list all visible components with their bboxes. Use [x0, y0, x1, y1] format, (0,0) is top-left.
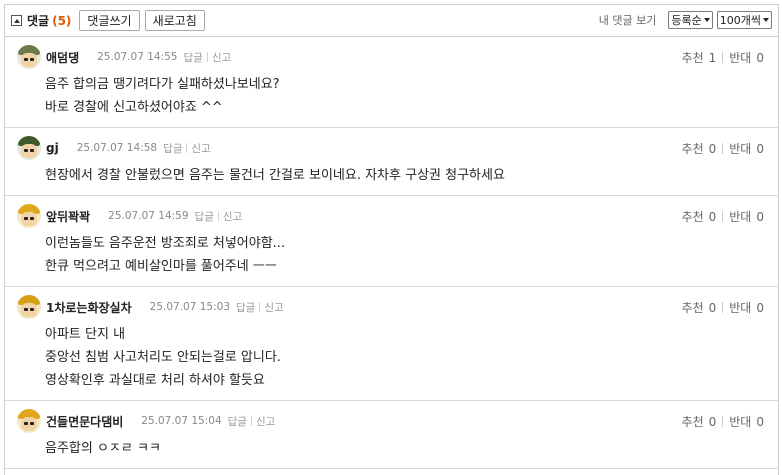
comment-author[interactable]: gj — [46, 141, 59, 155]
comment-body: 이런놈들도 음주운전 방조죄로 처넣어야함... 한큐 먹으려고 예비살인마를 풀… — [17, 228, 778, 286]
divider — [259, 302, 261, 312]
comment-text-line: 한큐 먹으려고 예비살인마를 풀어주네 ㅡㅡ — [45, 259, 277, 274]
divider — [206, 52, 208, 62]
upvote-button[interactable]: 추천 — [682, 299, 704, 316]
comment-date: 25.07.07 14:58 — [76, 142, 158, 154]
comment-body: 현장에서 경찰 안불렀으면 음주는 물건너 간걸로 보이네요. 자차후 구상권 … — [17, 160, 778, 195]
upvote-button[interactable]: 추천 — [682, 49, 704, 66]
reply-link[interactable]: 답글 — [163, 141, 182, 156]
per-page-select[interactable]: 100개씩 — [716, 11, 772, 29]
header-controls: 내 댓글 보기 등록순 100개씩 — [599, 11, 772, 29]
report-link[interactable]: 신고 — [212, 50, 231, 65]
divider — [722, 211, 724, 222]
downvote-count: 0 — [756, 300, 764, 315]
comment-author[interactable]: 애덤댕 — [46, 49, 79, 66]
divider — [186, 143, 188, 153]
comment-text-line: 음주합의 ㅇㅈㄹ ㅋㅋ — [45, 441, 161, 456]
collapse-icon[interactable] — [11, 15, 22, 26]
upvote-button[interactable]: 추천 — [682, 413, 704, 430]
reply-link[interactable]: 답글 — [236, 300, 255, 315]
reply-link[interactable]: 답글 — [228, 414, 247, 429]
comment-author[interactable]: 앞뒤꽉꽉 — [46, 208, 90, 225]
report-link[interactable]: 신고 — [223, 209, 242, 224]
comments-title: 댓글 — [27, 14, 50, 28]
upvote-count: 0 — [708, 209, 717, 224]
chevron-down-icon — [763, 18, 769, 22]
comment-author[interactable]: 1차로는화장실차 — [46, 299, 132, 316]
comment-text-line: 영상확인후 과실대로 처리 하셔야 할듯요 — [45, 373, 265, 388]
divider — [250, 416, 252, 426]
comments-panel: 댓글 (5) 댓글쓰기 새로고침 내 댓글 보기 등록순 100개씩 애덤댕 2… — [4, 4, 779, 475]
downvote-button[interactable]: 반대 — [729, 208, 751, 225]
comment-body: 음주합의 ㅇㅈㄹ ㅋㅋ — [17, 433, 778, 468]
reply-link[interactable]: 답글 — [195, 209, 214, 224]
vote-counts: 추천 0 반대 0 — [682, 208, 764, 225]
vote-counts: 추천 0 반대 0 — [682, 299, 764, 316]
downvote-button[interactable]: 반대 — [729, 299, 751, 316]
upvote-count: 1 — [708, 50, 717, 65]
report-link[interactable]: 신고 — [191, 141, 210, 156]
downvote-button[interactable]: 반대 — [729, 140, 751, 157]
vote-counts: 추천 1 반대 0 — [682, 49, 764, 66]
avatar — [17, 295, 41, 319]
divider — [722, 302, 724, 313]
avatar — [17, 45, 41, 69]
report-link[interactable]: 신고 — [256, 414, 275, 429]
downvote-count: 0 — [756, 414, 764, 429]
comment-date: 25.07.07 15:03 — [149, 301, 230, 313]
comment-body: 음주 합의금 땡기려다가 실패하셨나보네요? 바로 경찰에 신고하셨어야죠 ^^ — [17, 69, 778, 127]
divider — [722, 52, 724, 63]
upvote-count: 0 — [708, 414, 717, 429]
comment-author[interactable]: 건들면문다댐비 — [46, 413, 123, 430]
comment-text-line: 아파트 단지 내 — [45, 327, 126, 342]
comment-date: 25.07.07 15:04 — [141, 415, 222, 427]
comment-date: 25.07.07 14:59 — [108, 210, 189, 222]
avatar — [17, 136, 41, 160]
comment-date: 25.07.07 14:55 — [97, 51, 178, 63]
vote-counts: 추천 0 반대 0 — [682, 140, 764, 157]
downvote-button[interactable]: 반대 — [729, 49, 751, 66]
sort-select-value: 등록순 — [671, 14, 702, 27]
avatar — [17, 409, 41, 433]
comment-count: (5) — [52, 13, 72, 28]
comment-item: 1차로는화장실차 25.07.07 15:03 답글 신고 추천 0 반대 0 … — [5, 287, 778, 401]
upvote-button[interactable]: 추천 — [682, 140, 704, 157]
report-link[interactable]: 신고 — [264, 300, 283, 315]
comment-text-line: 음주 합의금 땡기려다가 실패하셨나보네요? — [45, 77, 280, 92]
upvote-count: 0 — [708, 141, 717, 156]
per-page-select-value: 100개씩 — [719, 14, 761, 27]
downvote-count: 0 — [756, 50, 764, 65]
reply-link[interactable]: 답글 — [183, 50, 202, 65]
downvote-button[interactable]: 반대 — [729, 413, 751, 430]
comment-item: gj 25.07.07 14:58 답글 신고 추천 0 반대 0 현장에서 경… — [5, 128, 778, 196]
comment-item: 앞뒤꽉꽉 25.07.07 14:59 답글 신고 추천 0 반대 0 이런놈들… — [5, 196, 778, 287]
upvote-count: 0 — [708, 300, 717, 315]
divider — [217, 211, 219, 221]
comment-text-line: 현장에서 경찰 안불렀으면 음주는 물건너 간걸로 보이네요. 자차후 구상권 … — [45, 168, 505, 183]
downvote-count: 0 — [756, 209, 764, 224]
comment-body: 아파트 단지 내중앙선 침범 사고처리도 안되는걸로 압니다. 영상확인후 과실대… — [17, 319, 778, 400]
divider — [722, 416, 724, 427]
downvote-count: 0 — [756, 141, 764, 156]
chevron-down-icon — [703, 18, 710, 22]
comment-item: 애덤댕 25.07.07 14:55 답글 신고 추천 1 반대 0 음주 합의… — [5, 37, 778, 128]
comment-text-line: 바로 경찰에 신고하셨어야죠 ^^ — [45, 100, 223, 115]
comment-text-line: 중앙선 침범 사고처리도 안되는걸로 압니다. — [45, 350, 281, 365]
comments-header: 댓글 (5) 댓글쓰기 새로고침 내 댓글 보기 등록순 100개씩 — [5, 5, 778, 37]
avatar — [17, 204, 41, 228]
write-comment-button[interactable]: 댓글쓰기 — [79, 10, 140, 31]
upvote-button[interactable]: 추천 — [682, 208, 704, 225]
my-comments-link[interactable]: 내 댓글 보기 — [599, 12, 657, 28]
divider — [722, 143, 724, 154]
sort-select[interactable]: 등록순 — [668, 11, 713, 29]
refresh-button[interactable]: 새로고침 — [144, 10, 205, 31]
comment-item: 건들면문다댐비 25.07.07 15:04 답글 신고 추천 0 반대 0 음… — [5, 401, 778, 469]
comment-text-line: 이런놈들도 음주운전 방조죄로 처넣어야함... — [45, 236, 286, 251]
vote-counts: 추천 0 반대 0 — [682, 413, 764, 430]
comment-list: 애덤댕 25.07.07 14:55 답글 신고 추천 1 반대 0 음주 합의… — [5, 37, 778, 469]
